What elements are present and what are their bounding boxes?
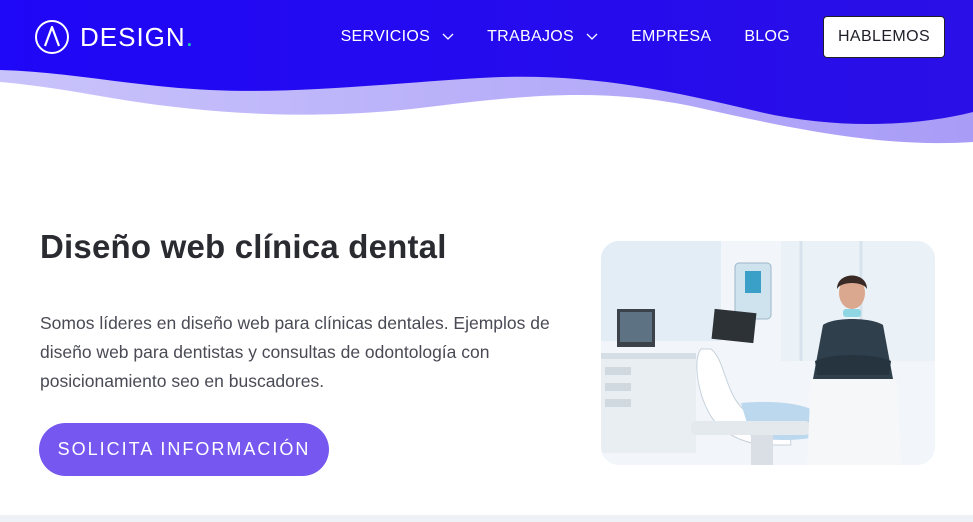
dental-clinic-illustration [601, 241, 935, 465]
nav-label: SERVICIOS [340, 28, 431, 45]
solicita-informacion-button[interactable]: SOLICITA INFORMACIÓN [39, 423, 329, 476]
hero-description: Somos líderes en diseño web para clínica… [40, 313, 550, 391]
logo-mark-icon [35, 20, 69, 54]
nav-item-empresa[interactable]: EMPRESA [631, 28, 711, 46]
section-divider [0, 515, 973, 522]
logo[interactable]: DESIGN. [34, 19, 194, 55]
nav-item-trabajos[interactable]: TRABAJOS [487, 28, 598, 46]
chevron-down-icon [442, 33, 454, 40]
nav-item-blog[interactable]: BLOG [744, 28, 790, 46]
hero-title: Diseño web clínica dental [40, 228, 447, 265]
nav-label: BLOG [744, 28, 790, 45]
hero-image [601, 241, 935, 465]
nav-label: EMPRESA [630, 28, 712, 45]
hablemos-button[interactable]: HABLEMOS [823, 16, 945, 58]
chevron-down-icon [586, 33, 598, 40]
logo-dot: . [185, 21, 194, 52]
nav-item-servicios[interactable]: SERVICIOS [341, 28, 455, 46]
nav-label: TRABAJOS [487, 28, 574, 45]
main-nav: SERVICIOS TRABAJOS EMPRESA BLOG HABLEMOS [341, 16, 945, 58]
logo-text: DESIGN. [80, 21, 194, 52]
